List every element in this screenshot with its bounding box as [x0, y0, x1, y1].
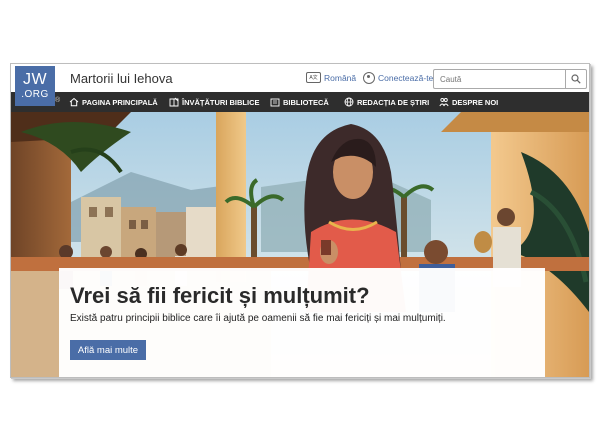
learn-more-button[interactable]: Află mai multe: [70, 340, 146, 360]
hero-headline: Vrei să fii fericit și mulțumit?: [70, 283, 370, 308]
hero-subtext: Există patru principii biblice care îi a…: [70, 313, 446, 324]
hero-banner: Vrei să fii fericit și mulțumit? Există …: [11, 112, 589, 377]
search-box: [433, 69, 587, 89]
hero-card: Vrei să fii fericit și mulțumit? Există …: [59, 268, 545, 377]
nav-item-about-us[interactable]: DESPRE NOI: [439, 92, 498, 112]
nav-label: ÎNVĂȚĂTURI BIBLICE: [182, 97, 260, 107]
login-label: Conectează-te: [378, 73, 434, 83]
people-icon: [439, 98, 449, 107]
site-header: JW .ORG Martorii lui Iehova A文 Română Co…: [11, 64, 589, 106]
nav-label: DESPRE NOI: [452, 97, 499, 107]
nav-label: REDACȚIA DE ȘTIRI: [357, 97, 430, 107]
search-icon: [571, 74, 581, 84]
nav-item-library[interactable]: BIBLIOTECĂ: [270, 92, 329, 112]
home-icon: [69, 97, 79, 107]
login-link[interactable]: Conectează-te: [363, 72, 433, 84]
main-nav: ® PAGINA PRINCIPALĂ ÎNVĂȚĂTURI BIBLICE B…: [11, 92, 589, 112]
nav-label: BIBLIOTECĂ: [283, 97, 329, 107]
user-icon: [363, 72, 375, 84]
nav-label: PAGINA PRINCIPALĂ: [82, 97, 158, 107]
browser-frame: JW .ORG Martorii lui Iehova A文 Română Co…: [10, 63, 590, 378]
language-selector[interactable]: A文 Română: [306, 72, 356, 83]
language-label: Română: [324, 72, 357, 83]
jw-logo[interactable]: JW .ORG: [15, 66, 55, 106]
language-icon: A文: [306, 72, 321, 83]
search-input[interactable]: [438, 71, 564, 87]
nav-item-newsroom[interactable]: REDACȚIA DE ȘTIRI: [344, 92, 429, 112]
logo-line-2: .ORG: [21, 89, 49, 100]
logo-line-1: JW: [22, 71, 48, 88]
library-icon: [270, 98, 280, 107]
site-title[interactable]: Martorii lui Iehova: [70, 71, 173, 86]
bible-teachings-icon: [169, 97, 179, 107]
registered-mark: ®: [55, 97, 61, 104]
globe-icon: [344, 97, 354, 107]
search-button[interactable]: [565, 70, 586, 88]
nav-item-home[interactable]: PAGINA PRINCIPALĂ: [69, 92, 158, 112]
nav-item-bible-teachings[interactable]: ÎNVĂȚĂTURI BIBLICE: [169, 92, 260, 112]
